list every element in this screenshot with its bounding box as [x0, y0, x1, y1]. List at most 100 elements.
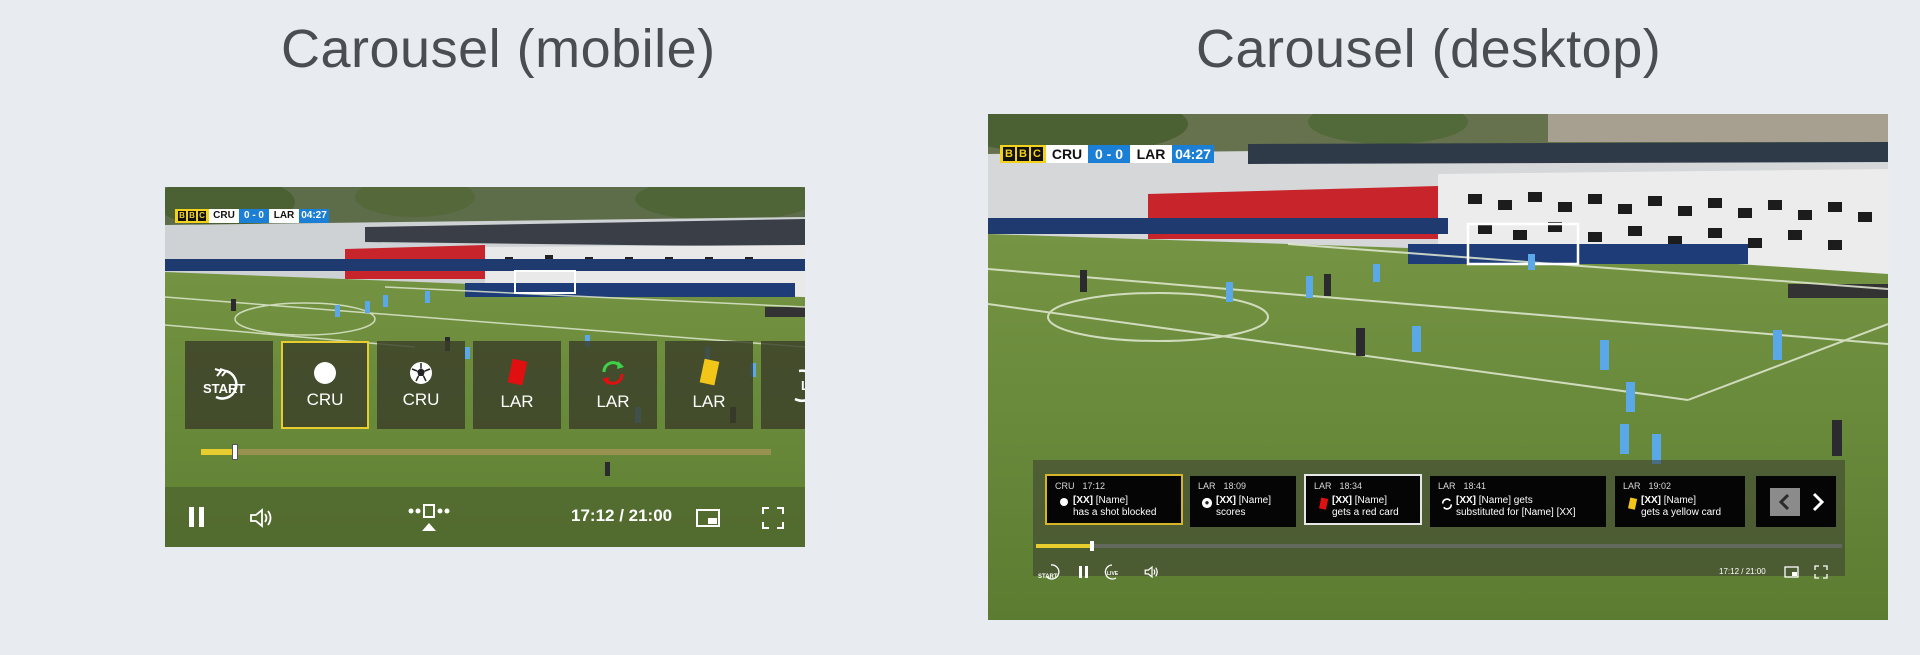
yellow-card-icon — [1628, 497, 1638, 510]
card-time: 18:09 — [1223, 481, 1247, 491]
desktop-video-player[interactable]: B B C CRU 0 - 0 LAR 04:27 CRU 17:12 [XX] … — [988, 114, 1888, 620]
mobile-time-display: 17:12 / 21:00 — [571, 506, 673, 525]
away-team: LAR — [269, 209, 299, 223]
tile-team-label: CRU — [402, 390, 440, 409]
home-team: CRU — [209, 209, 239, 223]
card-team: LAR — [1198, 481, 1216, 491]
card-player-name: [Name] — [1238, 495, 1272, 506]
carousel-tile-start[interactable]: START — [185, 341, 273, 429]
mobile-progress-track[interactable] — [201, 444, 771, 460]
card-team: LAR — [1623, 481, 1641, 491]
svg-text:L: L — [801, 378, 805, 393]
tile-team-label: LAR — [596, 392, 630, 411]
event-card-yellow-card[interactable]: LAR 19:02 [XX] [Name] gets a yellow card — [1615, 476, 1745, 527]
desktop-scrub-handle[interactable] — [1090, 541, 1095, 551]
start-rewind-icon: START — [1038, 564, 1060, 580]
home-team: CRU — [1046, 145, 1088, 163]
bbc-logo: B B C — [1000, 145, 1046, 163]
desktop-fullscreen-button[interactable] — [1814, 565, 1828, 584]
event-card-substitution[interactable]: LAR 18:41 [XX] [Name] gets substituted for… — [1430, 476, 1606, 527]
card-time: 18:41 — [1463, 481, 1487, 491]
carousel-tile-substitution[interactable]: LAR — [569, 341, 657, 429]
start-label: START — [1038, 574, 1058, 580]
substitution-icon — [602, 361, 624, 385]
event-card-red-card[interactable]: LAR 18:34 [XX] [Name] gets a red card — [1304, 474, 1422, 525]
match-clock: 04:27 — [299, 209, 329, 223]
substitution-icon — [1441, 498, 1453, 510]
chevron-left-icon — [1778, 493, 1790, 511]
volume-icon — [1144, 565, 1158, 579]
match-clock: 04:27 — [1172, 145, 1214, 163]
desktop-volume-button[interactable] — [1144, 565, 1160, 584]
card-team: LAR — [1438, 481, 1456, 491]
desktop-progress-fill — [1036, 544, 1093, 548]
picture-in-picture-icon — [696, 509, 720, 527]
desktop-live-button[interactable]: LIVE — [1102, 563, 1126, 586]
fullscreen-icon — [762, 507, 784, 529]
fullscreen-button[interactable] — [761, 506, 785, 535]
mobile-video-player[interactable]: B B C CRU 0 - 0 LAR 04:27 START CRU CRU … — [165, 187, 805, 547]
desktop-start-button[interactable]: START — [1038, 563, 1066, 586]
desktop-pip-button[interactable] — [1784, 565, 1800, 583]
desktop-progress-track[interactable] — [1036, 541, 1842, 551]
card-description: scores — [1216, 507, 1246, 518]
start-label: START — [203, 381, 246, 396]
tile-team-label: CRU — [306, 390, 344, 409]
carousel-prev-button[interactable] — [1770, 488, 1800, 516]
pip-button[interactable] — [695, 507, 721, 534]
football-icon — [1201, 497, 1213, 509]
card-player-number: [XX] — [1073, 495, 1093, 506]
volume-button[interactable] — [249, 507, 275, 534]
carousel-toggle-icon — [408, 504, 450, 531]
pause-icon — [189, 507, 204, 527]
card-player-name: [Name] gets — [1478, 495, 1533, 506]
mobile-progress-fill — [201, 449, 236, 455]
carousel-tile-live[interactable]: L — [761, 341, 805, 429]
pause-icon — [1079, 566, 1088, 578]
red-card-icon — [1319, 497, 1329, 510]
volume-icon — [250, 508, 272, 528]
live-icon: L — [794, 369, 805, 402]
carousel-toggle-button[interactable] — [407, 501, 451, 540]
card-player-name: [Name] — [1354, 495, 1388, 506]
card-description: gets a yellow card — [1641, 507, 1722, 518]
carousel-tile-goal[interactable]: CRU — [377, 341, 465, 429]
card-description: substituted for [Name] [XX] — [1456, 507, 1576, 518]
mobile-heading: Carousel (mobile) — [281, 19, 716, 79]
card-team: CRU — [1055, 481, 1075, 491]
desktop-heading: Carousel (desktop) — [1196, 19, 1662, 79]
scoreboard: B B C CRU 0 - 0 LAR 04:27 — [175, 209, 329, 223]
tile-team-label: LAR — [692, 392, 726, 411]
carousel-tile-red-card[interactable]: LAR — [473, 341, 561, 429]
shot-dot-icon — [1060, 498, 1068, 506]
carousel-tile-shot[interactable]: CRU — [281, 341, 369, 429]
football-icon — [410, 362, 432, 384]
event-card-goal[interactable]: LAR 18:09 [XX] [Name] scores — [1190, 476, 1296, 527]
desktop-time-display: 17:12 / 21:00 — [1719, 567, 1766, 576]
tile-team-label: LAR — [500, 392, 534, 411]
carousel-next-button[interactable] — [1806, 488, 1830, 516]
card-time: 18:34 — [1339, 481, 1363, 491]
card-player-number: [XX] — [1641, 495, 1661, 506]
card-description: has a shot blocked — [1073, 507, 1157, 518]
card-description: gets a red card — [1332, 507, 1399, 518]
mobile-scrub-handle[interactable] — [232, 444, 239, 460]
live-icon: LIVE — [1104, 564, 1119, 580]
shot-dot-icon — [314, 362, 336, 384]
chevron-right-icon — [1812, 492, 1825, 512]
card-team: LAR — [1314, 481, 1332, 491]
carousel-nav — [1756, 476, 1836, 527]
card-time: 19:02 — [1648, 481, 1672, 491]
card-player-number: [XX] — [1332, 495, 1352, 506]
card-player-number: [XX] — [1216, 495, 1236, 506]
picture-in-picture-icon — [1784, 566, 1799, 578]
event-card-shot[interactable]: CRU 17:12 [XX] [Name] has a shot blocked — [1045, 474, 1183, 525]
card-player-number: [XX] — [1456, 495, 1476, 506]
desktop-pause-button[interactable] — [1078, 565, 1090, 584]
red-card-icon — [507, 358, 528, 386]
away-team: LAR — [1130, 145, 1172, 163]
score: 0 - 0 — [239, 209, 269, 223]
carousel-tile-yellow-card[interactable]: LAR — [665, 341, 753, 429]
pause-button[interactable] — [187, 505, 207, 534]
yellow-card-icon — [699, 358, 720, 386]
